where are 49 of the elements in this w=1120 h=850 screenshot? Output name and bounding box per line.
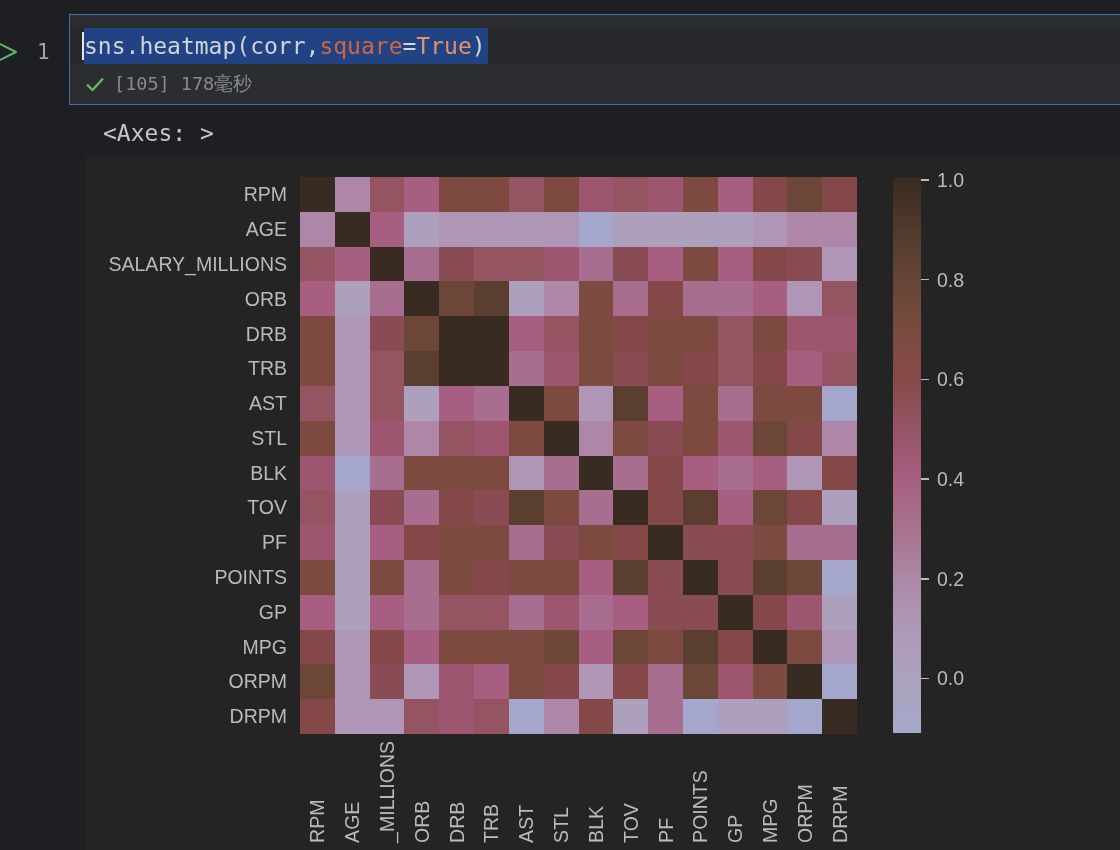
row-label: TOV (247, 495, 287, 520)
column-label: GP (723, 813, 748, 843)
row-label: GP (258, 599, 287, 624)
column-label: TOV (618, 802, 643, 843)
code-editor-field[interactable]: sns.heatmap(corr,square=True) (70, 27, 1120, 64)
column-label: RPM (305, 798, 330, 843)
column-label: DRPM (827, 784, 852, 843)
row-label: ORB (244, 286, 287, 311)
tick-label: 0.0 (937, 666, 965, 691)
column-label: _MILLIONS (375, 741, 400, 843)
column-label: ORPM (792, 783, 817, 843)
row-label: RPM (243, 182, 287, 207)
row-label: SALARY_MILLIONS (108, 251, 287, 276)
column-label: PF (653, 816, 678, 843)
tick-label: 1.0 (937, 168, 965, 192)
line-number: 1 (37, 39, 50, 65)
row-label: POINTS (214, 565, 287, 589)
row-label: DRB (245, 321, 287, 346)
row-label: STL (251, 425, 287, 450)
tick-label: 0.4 (937, 467, 965, 492)
tick-mark (921, 578, 929, 580)
row-label: AGE (245, 217, 287, 242)
row-label: BLK (250, 460, 287, 485)
column-label: AGE (340, 800, 365, 843)
column-label: POINTS (688, 769, 713, 843)
row-label: ORPM (228, 669, 287, 694)
row-label: DRPM (229, 704, 287, 729)
tick-mark (921, 478, 929, 480)
tick-mark (921, 378, 929, 381)
row-label: TRB (248, 356, 287, 381)
tick-label: 0.2 (937, 566, 965, 591)
tick-mark (921, 677, 929, 680)
column-label: DRB (444, 800, 469, 843)
column-label: AST (514, 803, 539, 843)
tick-mark (921, 179, 929, 181)
tick-label: 0.6 (937, 367, 965, 392)
column-label: MPG (757, 797, 782, 843)
column-label: STL (549, 806, 574, 843)
row-label: MPG (242, 634, 287, 659)
column-label: ORB (409, 799, 434, 843)
column-label: BLK (583, 805, 608, 843)
tick-label: 0.8 (937, 267, 965, 292)
row-label: AST (249, 391, 287, 416)
execution-time: [105] 178毫秒 (114, 72, 253, 96)
row-label: PF (262, 530, 287, 555)
output-text: <Axes: > (103, 119, 214, 147)
run-icon[interactable] (0, 40, 18, 64)
tick-mark (921, 278, 929, 281)
column-label: TRB (479, 802, 504, 843)
